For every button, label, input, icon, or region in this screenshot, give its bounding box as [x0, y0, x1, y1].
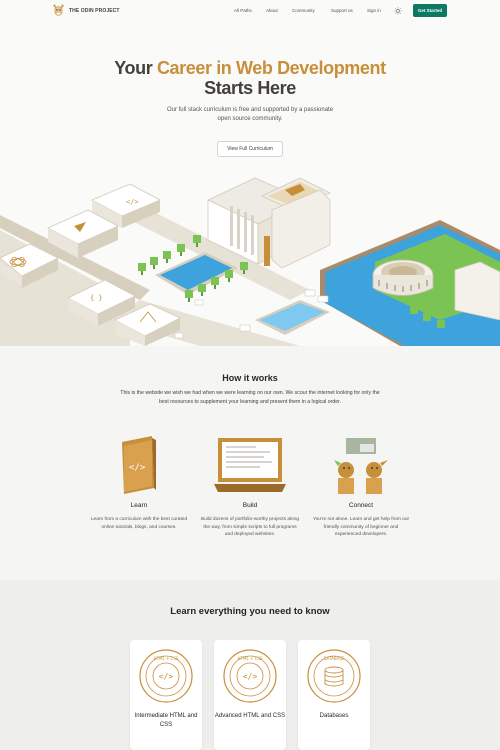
isometric-city-illustration: </> { } — [0, 177, 500, 346]
hero-title-accent: Career in Web Development — [156, 58, 386, 78]
site-header: THE ODIN PROJECT All Paths About Communi… — [0, 0, 500, 22]
book-icon: </> — [122, 436, 156, 494]
nav-community[interactable]: Community — [292, 8, 315, 13]
nav-all-paths[interactable]: All Paths — [234, 8, 252, 13]
laptop-icon — [214, 438, 286, 492]
view-curriculum-button[interactable]: View Full Curriculum — [217, 141, 283, 157]
badge-text: HTML + CSS — [154, 656, 179, 661]
sun-icon[interactable] — [394, 7, 402, 15]
nav-support-us[interactable]: Support us — [331, 8, 353, 13]
step-learn-title: Learn — [130, 502, 148, 509]
course-card-title: Advanced HTML and CSS — [214, 713, 286, 719]
hero-title-part1: Your — [114, 58, 157, 78]
course-card-intermediate-html-css[interactable]: HTML + CSS </> Intermediate HTML and CSS — [130, 640, 202, 750]
step-connect-description: You're not alone. Learn and get help fro… — [312, 517, 410, 537]
learn-title: Learn everything you need to know — [170, 606, 330, 617]
course-card-title: Databases — [319, 713, 349, 719]
svg-text:</>: </> — [159, 672, 174, 681]
step-build-description: Build dozens of portfolio-worthy project… — [200, 517, 300, 537]
hero-title-part2: Starts Here — [204, 78, 296, 98]
step-build-title: Build — [242, 502, 258, 509]
svg-text:</>: </> — [243, 672, 258, 681]
html-css-badge-icon: HTML + CSS </> — [139, 649, 193, 703]
step-connect-title: Connect — [348, 502, 374, 509]
step-learn-description: Learn from a curriculum with the best cu… — [90, 517, 188, 530]
svg-text:</>: </> — [129, 463, 146, 473]
html-css-badge-icon: HTML + CSS </> — [223, 649, 277, 703]
nav-about[interactable]: About — [266, 8, 278, 13]
database-badge-icon: DATABASE — [307, 649, 361, 703]
logo[interactable]: THE ODIN PROJECT — [52, 4, 120, 18]
course-card-title: Intermediate HTML and CSS — [134, 713, 198, 728]
get-started-button[interactable]: Get Started — [413, 4, 447, 17]
course-card-advanced-html-css[interactable]: HTML + CSS </> Advanced HTML and CSS — [214, 640, 286, 750]
hero-title: Your Career in Web Development Starts He… — [0, 58, 500, 98]
how-it-works-title: How it works — [222, 373, 278, 383]
badge-text: HTML + CSS — [238, 656, 263, 661]
course-card-databases[interactable]: DATABASE Databases — [298, 640, 370, 750]
how-it-works-description: This is the website we wish we had when … — [120, 390, 380, 405]
hero-subtitle: Our full stack curriculum is free and su… — [166, 107, 334, 122]
svg-text:{ }: { } — [90, 294, 103, 302]
odin-logo-icon — [53, 4, 64, 16]
nav-sign-in[interactable]: Sign in — [367, 8, 381, 13]
community-people-icon — [334, 438, 388, 494]
logo-text: THE ODIN PROJECT — [69, 8, 120, 14]
svg-text:</>: </> — [126, 198, 139, 206]
badge-text: DATABASE — [324, 656, 345, 661]
